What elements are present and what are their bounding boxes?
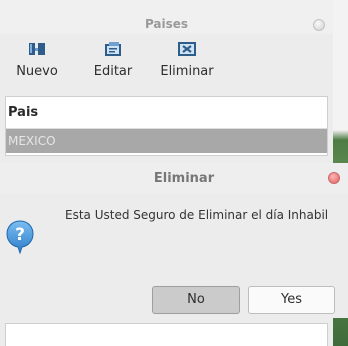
- eliminar-label: Eliminar: [160, 64, 214, 79]
- dialog-message: Esta Usted Seguro de Eliminar el día Inh…: [65, 208, 329, 222]
- no-button[interactable]: No: [152, 286, 240, 314]
- window-close-button[interactable]: [313, 19, 325, 31]
- new-record-icon: [29, 43, 45, 55]
- eliminar-dialog: Eliminar ? Esta Usted Seguro de Eliminar…: [0, 163, 348, 318]
- delete-record-icon: [178, 42, 196, 56]
- column-header-pais[interactable]: Pais: [6, 97, 327, 129]
- dialog-title: Eliminar: [153, 171, 215, 186]
- paises-table: Pais MEXICO: [5, 96, 328, 156]
- table-row[interactable]: MEXICO: [6, 129, 327, 153]
- window-titlebar: Paises: [0, 0, 333, 34]
- window-title: Paises: [144, 17, 189, 31]
- edit-record-icon: [105, 42, 121, 56]
- eliminar-button[interactable]: Eliminar: [152, 38, 222, 90]
- editar-label: Editar: [93, 64, 133, 79]
- editar-button[interactable]: Editar: [84, 38, 142, 90]
- nuevo-label: Nuevo: [16, 64, 58, 79]
- yes-button[interactable]: Yes: [248, 286, 335, 314]
- bottom-panel: [5, 323, 328, 346]
- question-icon: ?: [6, 220, 34, 254]
- toolbar: Nuevo Editar Eliminar: [0, 34, 333, 94]
- nuevo-button[interactable]: Nuevo: [12, 38, 62, 90]
- dialog-titlebar: Eliminar: [0, 163, 348, 193]
- dialog-close-button[interactable]: [328, 172, 340, 184]
- svg-text:?: ?: [15, 225, 25, 245]
